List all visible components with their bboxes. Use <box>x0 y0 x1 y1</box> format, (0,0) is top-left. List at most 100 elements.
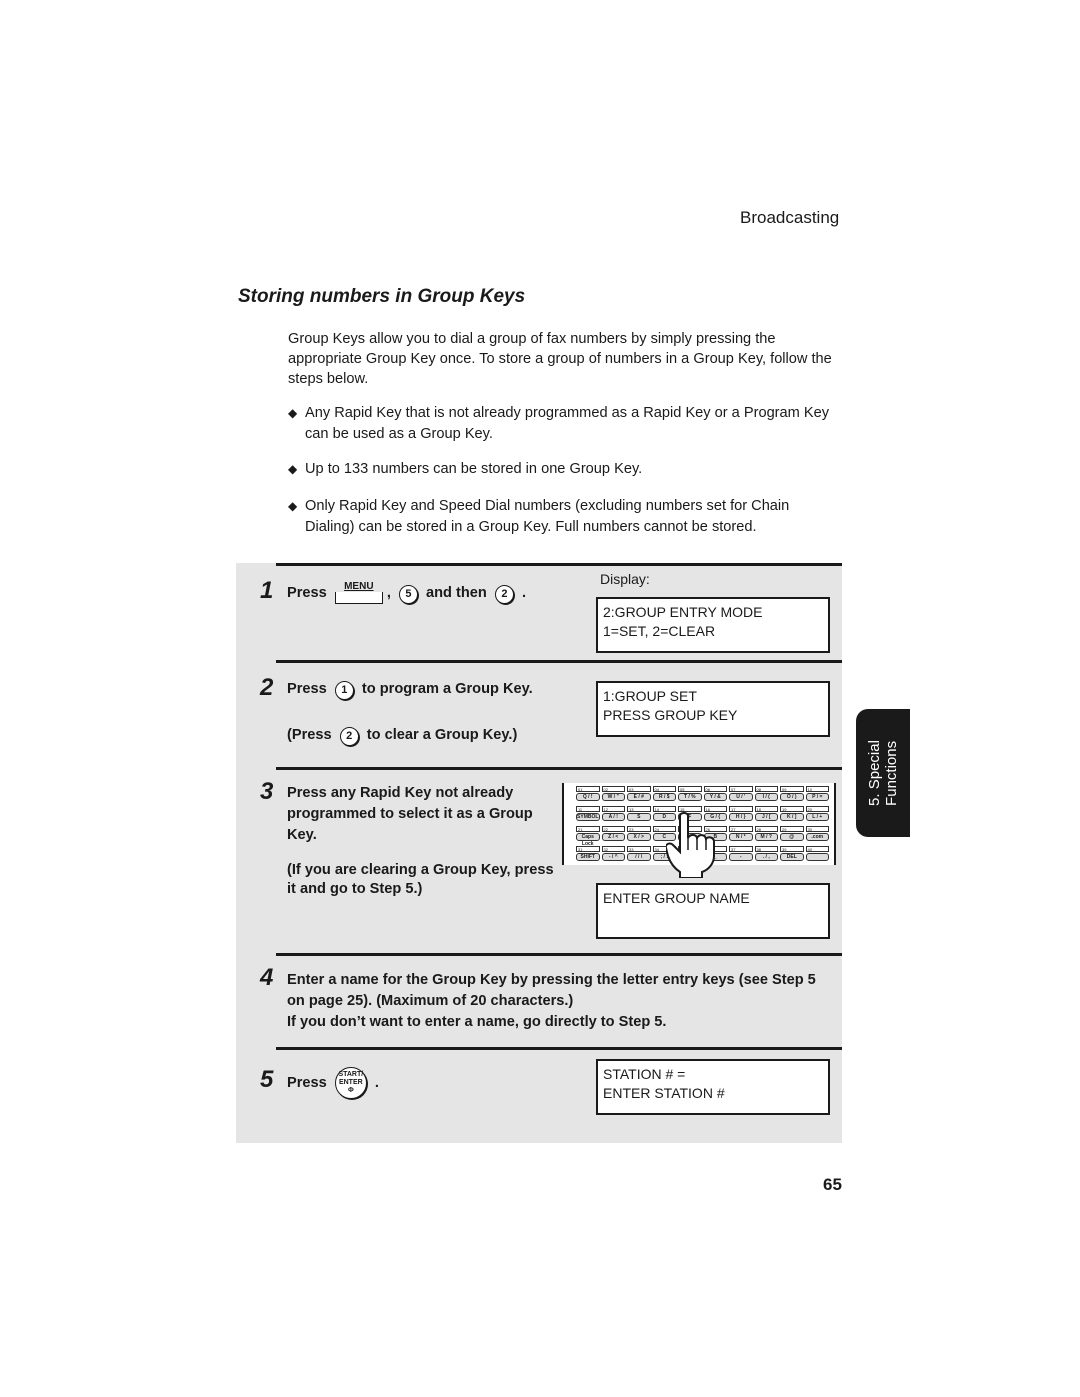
lcd-display-step-2: 1:GROUP SET PRESS GROUP KEY <box>596 681 830 737</box>
start-key-label-2: ENTER <box>338 1079 363 1086</box>
pointing-hand-icon <box>666 812 715 878</box>
rapid-key[interactable]: P / = <box>805 793 829 801</box>
lcd-line-1: 2:GROUP ENTRY MODE <box>603 604 763 620</box>
rapid-key-number: 03 <box>627 786 651 792</box>
page-number: 65 <box>823 1175 842 1194</box>
lcd-line-2: ENTER STATION # <box>603 1085 725 1101</box>
start-enter-key-icon: START/ ENTER Φ <box>334 1067 367 1099</box>
step-number: 3 <box>260 778 274 805</box>
lcd-line-2: 1=SET, 2=CLEAR <box>603 623 716 639</box>
rapid-key[interactable]: - / ^ <box>601 853 625 861</box>
rapid-key[interactable] <box>805 853 829 861</box>
rapid-key[interactable]: K / ] <box>780 813 804 821</box>
bullet-text: Any Rapid Key that is not already progra… <box>305 405 830 442</box>
rapid-key[interactable]: U / ' <box>729 793 753 801</box>
rapid-key[interactable]: A / ! <box>601 813 625 821</box>
rapid-key[interactable]: Z / < <box>601 833 625 841</box>
rapid-key[interactable]: O / ) <box>780 793 804 801</box>
chapter-tab-line-1: 5. Special <box>866 740 883 806</box>
step-divider <box>276 563 842 566</box>
step-2-instruction: Press 1 to program a Group Key. <box>287 679 533 700</box>
rapid-key-number: 23 <box>627 826 651 832</box>
intro-paragraph: Group Keys allow you to dial a group of … <box>288 331 832 387</box>
rapid-key[interactable]: X / > <box>627 833 651 841</box>
bullet-text: Up to 133 numbers can be stored in one G… <box>305 461 643 477</box>
rapid-key-number: 29 <box>780 826 804 832</box>
step-number: 2 <box>260 674 274 701</box>
rapid-key-number: 33 <box>627 846 651 852</box>
rapid-key-number: 04 <box>652 786 676 792</box>
step-3-note: (If you are clearing a Group Key, press … <box>287 862 554 897</box>
rapid-key[interactable]: H / } <box>729 813 753 821</box>
period: . <box>521 585 527 601</box>
comma: , <box>386 585 391 601</box>
chapter-tab[interactable]: 5. Special Functions <box>856 709 910 837</box>
rapid-key-number: 01 <box>576 786 600 792</box>
rapid-key[interactable]: Y / & <box>703 793 727 801</box>
step-number: 4 <box>260 964 274 991</box>
rapid-key-number: 21 <box>576 826 600 832</box>
rapid-key-number: 06 <box>703 786 727 792</box>
rapid-key[interactable]: .com <box>805 833 829 841</box>
step-4-instruction: Enter a name for the Group Key by pressi… <box>287 970 827 1033</box>
and-then-text: and then <box>426 585 487 601</box>
rapid-key[interactable]: I / ( <box>754 793 778 801</box>
rapid-key[interactable]: SHIFT <box>576 853 600 861</box>
rapid-key[interactable]: Q / ! <box>576 793 600 801</box>
rapid-key-number: 28 <box>754 826 778 832</box>
lcd-line-1: 1:GROUP SET <box>603 688 697 704</box>
key-5-icon: 5 <box>398 585 418 604</box>
rapid-key[interactable]: S <box>627 813 651 821</box>
rapid-key[interactable]: SYMBOL <box>576 813 600 821</box>
rapid-key[interactable]: J / [ <box>754 813 778 821</box>
rapid-key-number: 17 <box>729 806 753 812</box>
rapid-key[interactable]: E / # <box>627 793 651 801</box>
chapter-tab-label: 5. Special Functions <box>866 740 900 806</box>
step-5-instruction: Press START/ ENTER Φ . <box>287 1067 379 1099</box>
step-divider <box>276 1047 842 1050</box>
rapid-key-number: 12 <box>601 806 625 812</box>
rapid-key[interactable]: Caps Lock <box>576 833 600 847</box>
step-4-text-2: If you don’t want to enter a name, go di… <box>287 1014 667 1030</box>
step-5-press: Press <box>287 1074 327 1091</box>
rapid-key[interactable]: . / , <box>754 853 778 861</box>
step-divider <box>276 660 842 663</box>
step-2-alt-instruction: (Press 2 to clear a Group Key.) <box>287 725 517 746</box>
rapid-key[interactable]: - <box>729 853 753 861</box>
rapid-key-number: 08 <box>754 786 778 792</box>
rapid-key-number: 19 <box>780 806 804 812</box>
step-2-press: Press <box>287 681 327 697</box>
rapid-key[interactable]: @ <box>780 833 804 841</box>
rapid-key-number: 40 <box>805 846 829 852</box>
rapid-key[interactable]: L / + <box>805 813 829 821</box>
rapid-key[interactable]: T / % <box>678 793 702 801</box>
step-3-instruction: Press any Rapid Key not already programm… <box>287 785 533 843</box>
step-1-press: Press <box>287 585 327 601</box>
rapid-key[interactable]: / / \ <box>627 853 651 861</box>
menu-key-box <box>334 592 383 604</box>
rapid-key-number: 37 <box>729 846 753 852</box>
rapid-key[interactable]: M / ? <box>754 833 778 841</box>
key-1-icon: 1 <box>334 681 354 700</box>
menu-key-label: MENU <box>344 581 374 592</box>
start-key-label-1: START/ <box>338 1071 364 1078</box>
step-divider <box>276 953 842 956</box>
rapid-key[interactable]: N / * <box>729 833 753 841</box>
menu-key-icon: MENU <box>334 581 383 604</box>
rapid-key-number: 32 <box>601 846 625 852</box>
diamond-bullet-icon: ◆ <box>288 462 298 476</box>
keyboard-number-row: 01 02 03 04 05 06 07 08 09 10 <box>576 786 829 792</box>
rapid-key[interactable]: W / " <box>601 793 625 801</box>
key-2-icon: 2 <box>494 585 514 604</box>
rapid-key-number: 09 <box>780 786 804 792</box>
key-2-icon: 2 <box>339 727 359 746</box>
rapid-key[interactable]: DEL <box>780 853 804 861</box>
lcd-line-1: ENTER GROUP NAME <box>603 890 750 906</box>
rapid-key[interactable]: R / $ <box>652 793 676 801</box>
running-head: Broadcasting <box>740 208 840 227</box>
step-number: 1 <box>260 577 274 604</box>
rapid-key-number: 27 <box>729 826 753 832</box>
rapid-key-number: 18 <box>754 806 778 812</box>
rapid-key-number: 11 <box>576 806 600 812</box>
step-1-instruction: Press MENU , 5 and then 2 . <box>287 581 526 604</box>
